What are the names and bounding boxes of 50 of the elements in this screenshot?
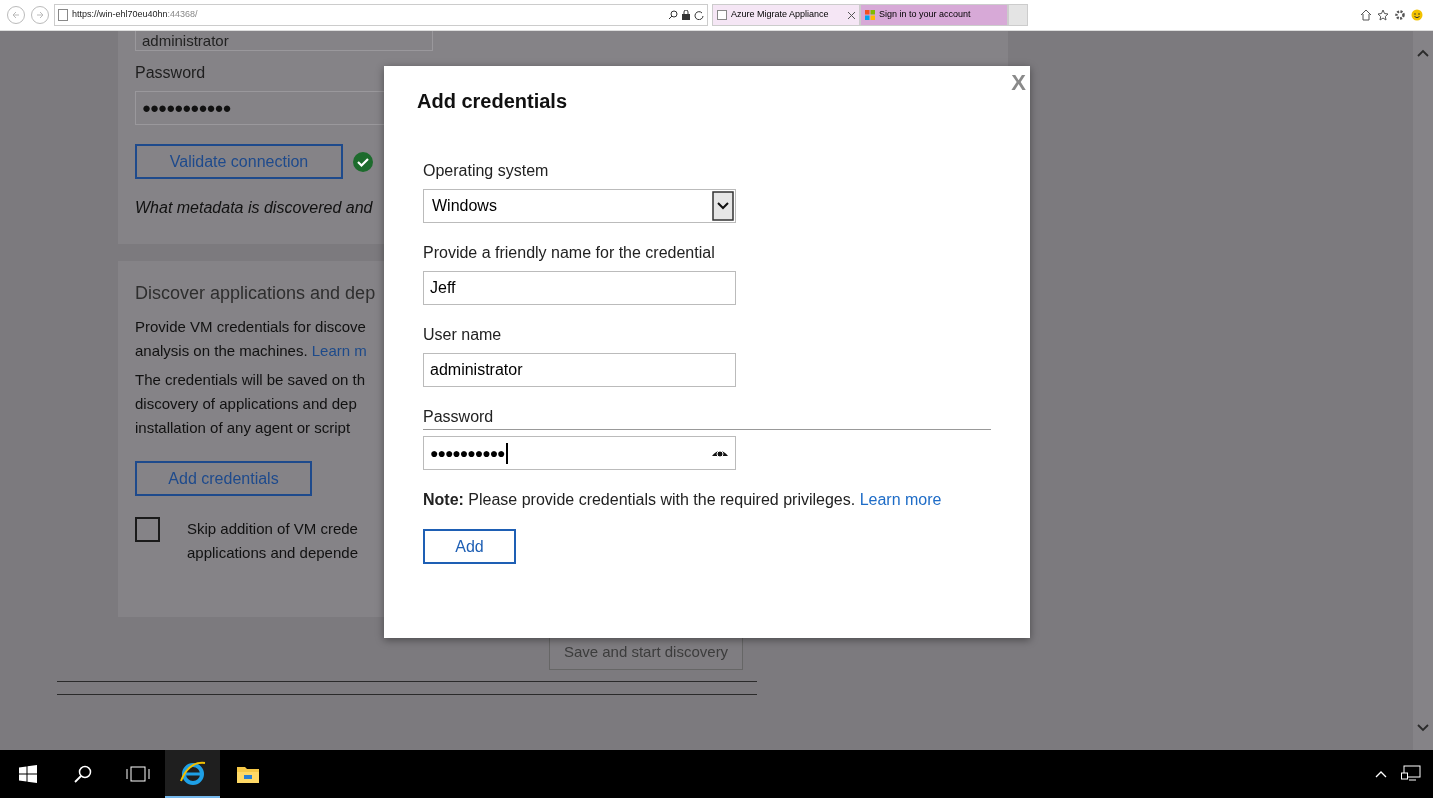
field-label: User name <box>423 325 503 345</box>
add-button[interactable]: Add <box>423 529 516 564</box>
metadata-text: What metadata is discovered and <box>135 198 373 218</box>
browser-tab[interactable]: Azure Migrate Appliance <box>712 4 860 26</box>
field-label: Password <box>423 407 494 427</box>
search-icon[interactable] <box>668 10 678 20</box>
scroll-down-icon[interactable] <box>1417 724 1429 732</box>
smiley-icon[interactable] <box>1411 9 1423 21</box>
text-field[interactable]: Jeff <box>423 271 736 305</box>
lock-icon <box>682 10 690 20</box>
description-text: The credentials will be saved on th <box>135 370 366 390</box>
start-icon[interactable] <box>18 765 37 783</box>
star-icon[interactable] <box>1377 9 1389 21</box>
page-icon <box>717 10 727 20</box>
note-text: Note: Please provide credentials with the required privileges. Learn more <box>423 490 943 510</box>
network-icon[interactable] <box>1401 765 1421 783</box>
password-field[interactable]: ●●●●●●●●●● <box>423 436 736 470</box>
learn-more-link[interactable]: Learn more <box>859 491 942 508</box>
checkbox[interactable] <box>135 517 160 542</box>
description-text: installation of any agent or script <box>135 418 351 438</box>
description-text: discovery of applications and dep <box>135 394 357 414</box>
chevron-up-icon[interactable] <box>1375 770 1387 778</box>
os-select[interactable]: Windows <box>423 189 736 223</box>
page-icon <box>58 9 68 21</box>
page-icon <box>865 10 875 20</box>
scrollbar[interactable] <box>1413 31 1433 750</box>
search-icon[interactable] <box>73 765 92 783</box>
section-title: Discover applications and dep <box>135 282 376 305</box>
field-label: Operating system <box>423 161 550 181</box>
taskbar-app[interactable] <box>165 750 220 798</box>
caret-icon <box>712 191 734 221</box>
checkbox-label: Skip addition of VM crede applications and depende <box>187 519 358 563</box>
field-label: Provide a friendly name for the credential <box>423 243 716 263</box>
home-icon[interactable] <box>1360 9 1372 21</box>
description-text: Provide VM credentials for discove <box>135 317 366 337</box>
success-icon <box>353 151 373 172</box>
dialog-title: Add credentials <box>417 89 569 114</box>
folder-icon <box>235 764 260 784</box>
refresh-icon[interactable] <box>694 10 704 20</box>
text-field[interactable]: administrator <box>423 353 736 387</box>
settings-icon[interactable] <box>1394 9 1406 21</box>
browser-tab[interactable]: Sign in to your account <box>860 4 1008 26</box>
scroll-up-icon[interactable] <box>1417 49 1429 57</box>
browser-icon <box>178 759 207 787</box>
close-icon[interactable] <box>848 11 855 19</box>
password-field: ●●●●●●●●●●● <box>135 91 384 125</box>
field-label: Password <box>135 63 206 83</box>
task-view-icon[interactable] <box>125 766 150 782</box>
address-bar[interactable]: https://win-ehl70eu40hn:44368/ <box>54 4 708 26</box>
description-text: analysis on the machines. Learn m <box>135 341 367 361</box>
